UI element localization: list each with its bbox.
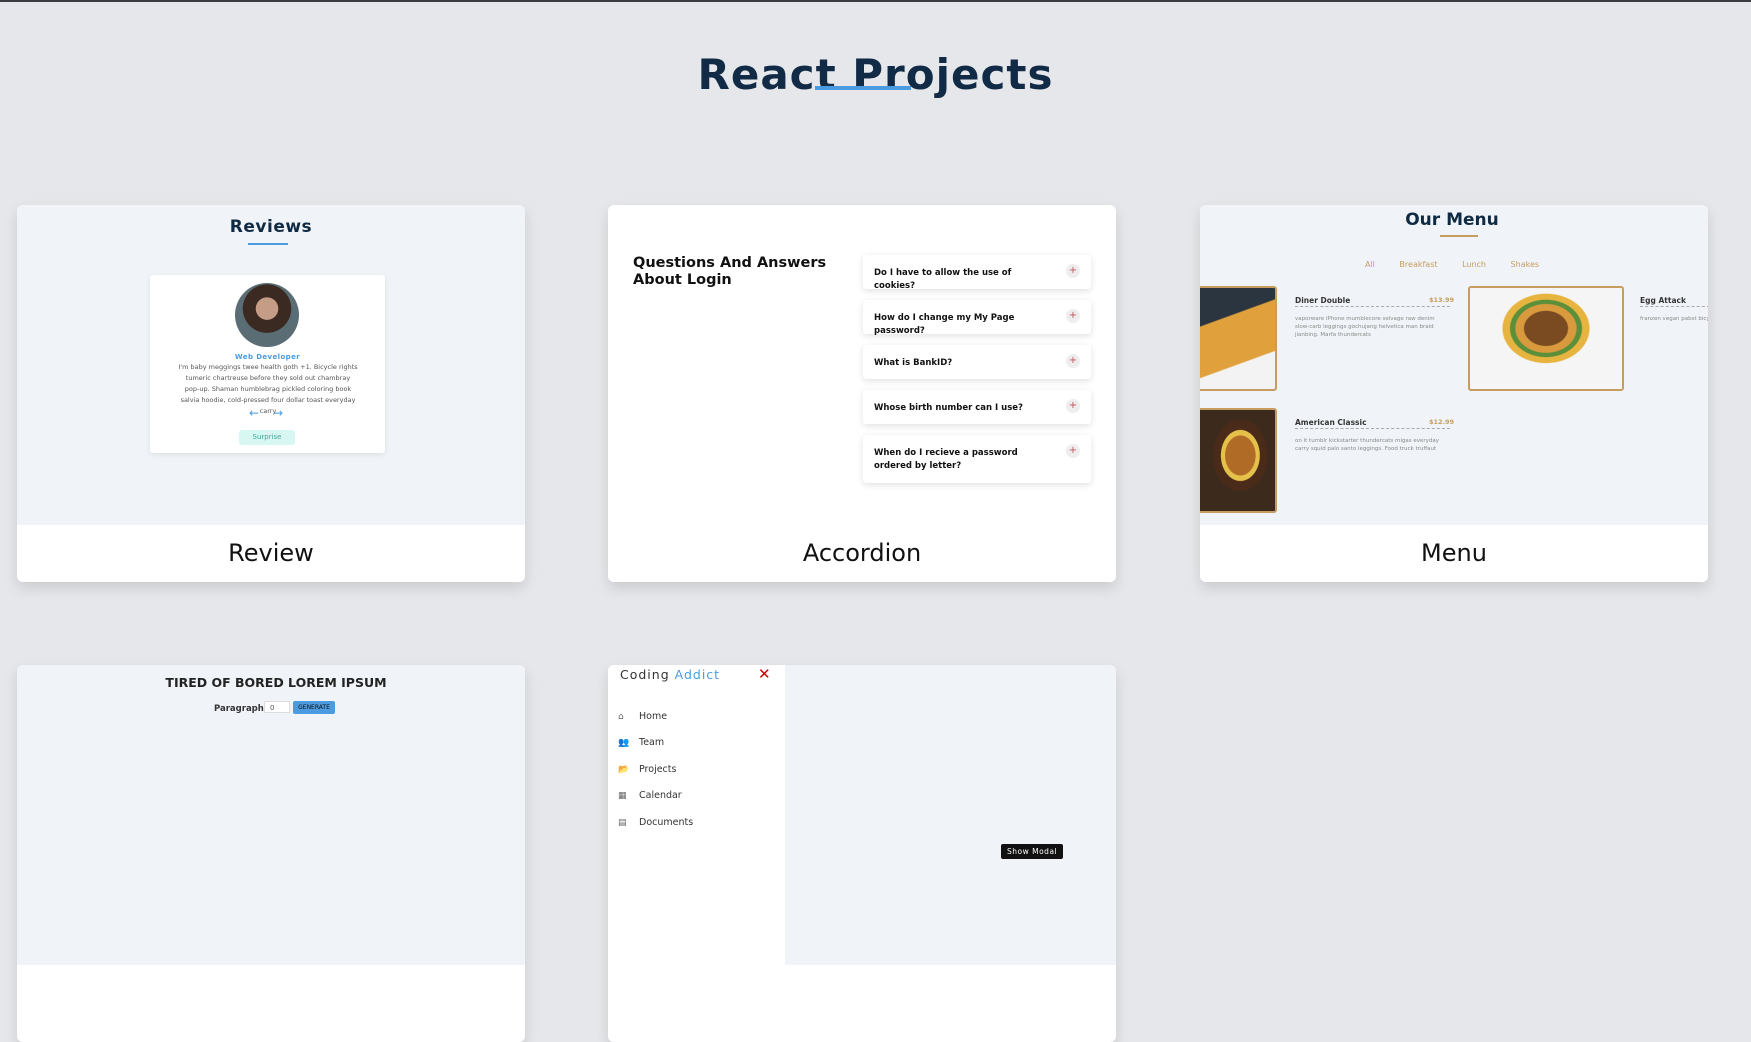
accordion-item[interactable]: What is BankID? + [863,345,1091,379]
card-label-review: Review [17,525,525,582]
document-icon: ▤ [618,818,627,828]
menu-filters: All Breakfast Lunch Shakes [1200,260,1708,269]
accordion-item[interactable]: Do I have to allow the use of cookies? + [863,255,1091,291]
plus-icon[interactable]: + [1066,264,1080,278]
page-title: React Projects [697,50,1054,100]
sidebar-preview: Coding Addict ✕ ⌂ Home 👥 Team 📂 Projects ▦ C… [608,665,1116,965]
menu-divider [1295,306,1450,307]
plus-icon[interactable]: + [1066,444,1080,458]
sidebar-item-home[interactable]: ⌂ Home [618,711,667,722]
menu-item-image [1200,286,1277,391]
sidebar-logo: Coding Addict [620,667,720,682]
plus-icon[interactable]: + [1066,354,1080,368]
filter-breakfast[interactable]: Breakfast [1399,260,1437,269]
sidebar-item-label: Projects [639,764,677,775]
sidebar-item-team[interactable]: 👥 Team [618,737,664,748]
review-text: I'm baby meggings twee health goth +1. B… [178,363,358,415]
arrow-left-icon[interactable]: ← [249,406,259,420]
surprise-button[interactable]: Surprise [239,430,295,445]
project-card-lorem[interactable]: TIRED OF BORED LOREM IPSUM Paragraph: 0 … [17,665,525,1042]
accordion-item[interactable]: How do I change my My Page password? + [863,300,1091,336]
show-modal-button[interactable]: Show Modal [1001,844,1064,859]
accordion-question: Do I have to allow the use of cookies? [874,268,1012,291]
menu-item-image [1468,286,1624,391]
menu-item-name: Diner Double [1295,296,1351,305]
title-underline [815,86,911,90]
review-job: Web Developer [234,353,301,361]
project-card-menu[interactable]: Our Menu All Breakfast Lunch Shakes Dine… [1200,205,1708,582]
sidebar-item-calendar[interactable]: ▦ Calendar [618,790,682,801]
menu-item-price: $12.99 [1429,418,1455,426]
project-card-sidebar[interactable]: Coding Addict ✕ ⌂ Home 👥 Team 📂 Projects ▦ C… [608,665,1116,1042]
lorem-title: TIRED OF BORED LOREM IPSUM [165,675,387,690]
menu-divider [1640,306,1708,307]
card-label-menu: Menu [1200,525,1708,582]
sidebar-item-label: Home [639,711,668,722]
sidebar-item-label: Team [639,737,665,748]
menu-item-desc: on it tumblr kickstarter thundercats mig… [1295,438,1439,452]
accordion-heading: Questions And Answers About Login [633,255,827,288]
review-preview: Reviews Web Developer I'm baby meggings … [17,205,525,525]
arrow-right-icon[interactable]: → [273,406,283,420]
accordion-question: How do I change my My Page password? [874,313,1015,336]
logo-coding: Coding [620,667,670,682]
filter-lunch[interactable]: Lunch [1462,260,1486,269]
reviews-title: Reviews [229,217,313,237]
menu-title: Our Menu [1405,210,1499,230]
plus-icon[interactable]: + [1066,309,1080,323]
project-card-accordion[interactable]: Questions And Answers About Login Do I h… [608,205,1116,582]
sidebar-panel: Coding Addict ✕ ⌂ Home 👥 Team 📂 Projects ▦ C… [608,665,785,965]
accordion-item[interactable]: When do I recieve a password ordered by … [863,435,1091,483]
card-label-accordion: Accordion [608,525,1116,582]
paragraph-input[interactable]: 0 [264,701,290,713]
filter-all[interactable]: All [1365,260,1375,269]
accordion-question: What is BankID? [874,358,953,368]
paragraph-label: Paragraph: [214,704,268,714]
accordion-question: Whose birth number can I use? [874,403,1023,413]
menu-underline [1440,235,1478,237]
folder-icon: 📂 [618,765,630,775]
menu-item-desc: vaporware iPhone mumblecore selvage raw … [1295,316,1435,338]
close-icon[interactable]: ✕ [758,665,771,683]
menu-item-desc: franzen vegan pabst bicycle rights kicks… [1640,316,1708,322]
sidebar-item-documents[interactable]: ▤ Documents [618,817,693,828]
plus-icon[interactable]: + [1066,399,1080,413]
menu-item-name: Egg Attack [1640,296,1686,305]
menu-item-name: American Classic [1295,418,1367,427]
home-icon: ⌂ [618,712,624,722]
team-icon: 👥 [618,738,630,748]
sidebar-item-label: Calendar [639,790,682,801]
project-card-review[interactable]: Reviews Web Developer I'm baby meggings … [17,205,525,582]
accordion-question: When do I recieve a password ordered by … [874,448,1018,471]
sidebar-item-label: Documents [639,817,694,828]
accordion-preview: Questions And Answers About Login Do I h… [608,205,1116,525]
sidebar-item-projects[interactable]: 📂 Projects [618,764,676,775]
calendar-icon: ▦ [618,791,627,801]
menu-divider [1295,428,1450,429]
review-box: Web Developer I'm baby meggings twee hea… [150,275,385,453]
generate-button[interactable]: GENERATE [293,701,335,714]
logo-addict: Addict [674,667,721,682]
lorem-preview: TIRED OF BORED LOREM IPSUM Paragraph: 0 … [17,665,525,965]
menu-item-image [1200,408,1277,513]
avatar [235,283,299,347]
reviews-underline [248,243,288,245]
menu-item-price: $13.99 [1429,296,1455,304]
accordion-item[interactable]: Whose birth number can I use? + [863,390,1091,424]
filter-shakes[interactable]: Shakes [1511,260,1540,269]
menu-preview: Our Menu All Breakfast Lunch Shakes Dine… [1200,205,1708,525]
